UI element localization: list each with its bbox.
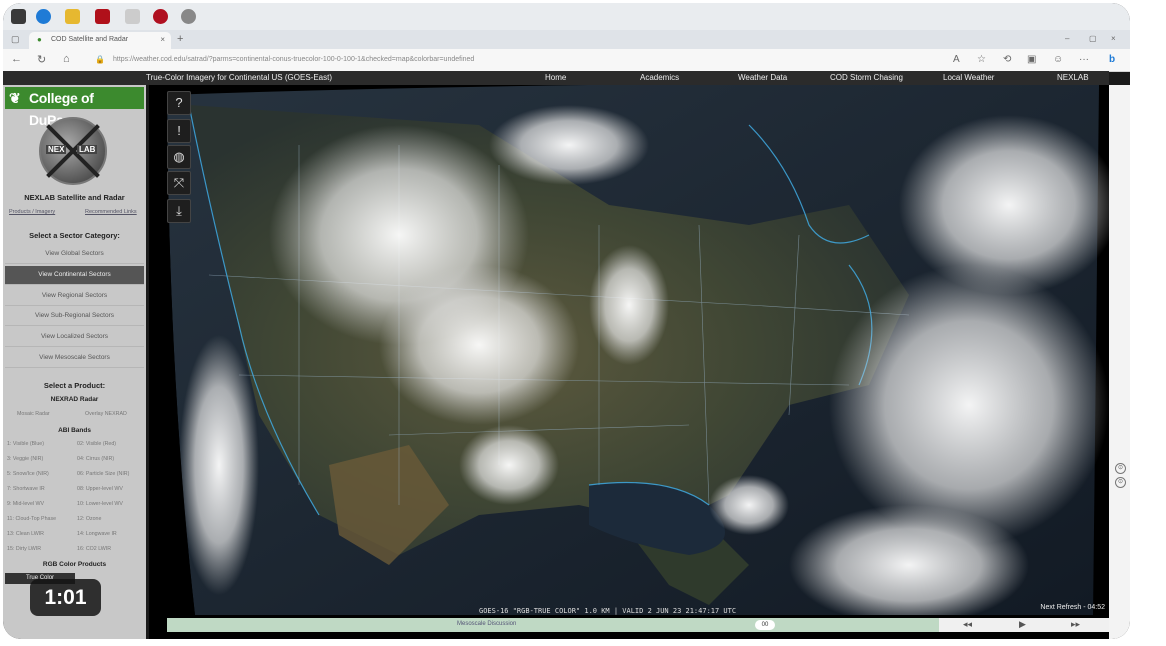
nexlab-logo: NEX LAB (39, 117, 107, 185)
abi-band[interactable]: 1: Visible (Blue) (7, 441, 44, 447)
start-icon[interactable] (11, 9, 26, 24)
page-heading: True-Color Imagery for Continental US (G… (146, 73, 332, 82)
app2-icon[interactable] (125, 9, 140, 24)
url-field[interactable]: https://weather.cod.edu/satrad/?parms=co… (113, 53, 943, 67)
fast-forward-icon[interactable]: ▸▸ (1071, 619, 1080, 630)
tab-actions-icon[interactable]: ▢ (11, 34, 20, 45)
sector-regional[interactable]: View Regional Sectors (5, 287, 144, 306)
bing-icon[interactable]: b (1109, 54, 1115, 65)
help-icon[interactable]: ? (167, 91, 191, 115)
profile-icon[interactable]: ☺ (1053, 54, 1063, 65)
edge-icon[interactable] (36, 9, 51, 24)
nav-storm-chasing[interactable]: COD Storm Chasing (830, 73, 903, 82)
abi-band[interactable]: 10: Lower-level WV (77, 501, 123, 507)
abi-band[interactable]: 9: Mid-level WV (7, 501, 44, 507)
address-bar: ← ↻ ⌂ 🔒 https://weather.cod.edu/satrad/?… (3, 49, 1130, 72)
nav-home[interactable]: Home (545, 73, 566, 82)
abi-band[interactable]: 02: Visible (Red) (77, 441, 116, 447)
timebar-label: Mesoscale Discussion (457, 621, 517, 627)
scroll-control2-icon[interactable]: ⊙ (1115, 477, 1126, 488)
rgb-heading: RGB Color Products (42, 561, 107, 568)
video-timestamp: 1:01 (30, 579, 101, 616)
image-caption: GOES-16 "RGB-TRUE COLOR" 1.0 KM | VALID … (479, 607, 737, 615)
download-icon[interactable]: ⤓ (167, 199, 191, 223)
sector-localized[interactable]: View Localized Sectors (5, 328, 144, 347)
wifi-icon[interactable] (181, 9, 196, 24)
abi-band[interactable]: 15: Dirty LWIR (7, 546, 41, 552)
product-heading: Select a Product: (43, 381, 106, 390)
nexrad-heading: NEXRAD Radar (50, 396, 99, 403)
abi-band[interactable]: 04: Cirrus (NIR) (77, 456, 114, 462)
app-icon[interactable] (95, 9, 110, 24)
home-icon[interactable]: ⌂ (63, 53, 70, 65)
sector-heading: Select a Sector Category: (29, 231, 120, 240)
nav-nexlab[interactable]: NEXLAB (1057, 73, 1089, 82)
read-aloud-icon[interactable]: A (953, 54, 960, 65)
link-recommended[interactable]: Recommended Links (85, 209, 137, 215)
collections-icon[interactable]: ▣ (1027, 54, 1036, 65)
globe-icon[interactable]: ◍ (167, 145, 191, 169)
leaf-icon: ❦ (9, 90, 21, 106)
animation-timebar[interactable]: Mesoscale Discussion 00 (167, 618, 939, 632)
nav-local-weather[interactable]: Local Weather (943, 73, 994, 82)
satellite-image[interactable] (149, 85, 1109, 639)
abi-band[interactable]: 13: Clean LWIR (7, 531, 44, 537)
sector-subregional[interactable]: View Sub-Regional Sectors (5, 307, 144, 326)
page-scrollbar[interactable]: ⊙ ⊙ (1109, 85, 1130, 639)
abi-band[interactable]: 11: Cloud-Top Phase (7, 516, 56, 522)
browser-tab[interactable]: ● COD Satellite and Radar × (29, 32, 171, 49)
abi-band[interactable]: 12: Ozone (77, 516, 101, 522)
favicon-icon: ● (37, 35, 42, 44)
minimize-icon[interactable]: – (1065, 34, 1069, 43)
favorites-icon[interactable]: ☆ (977, 54, 986, 65)
info-icon[interactable]: ! (167, 119, 191, 143)
badge-left: NEX (46, 145, 67, 154)
rewind-icon[interactable]: ◂◂ (963, 619, 972, 630)
close-window-icon[interactable]: × (1111, 34, 1116, 43)
site-navbar: True-Color Imagery for Continental US (G… (3, 71, 1109, 85)
new-tab-icon[interactable]: + (177, 33, 183, 45)
link-products[interactable]: Products / Imagery (9, 209, 55, 215)
scroll-control-icon[interactable]: ⊙ (1115, 463, 1126, 474)
badge-right: LAB (77, 145, 98, 154)
lock-icon: 🔒 (95, 55, 105, 64)
college-logo[interactable]: ❦ College of DuPage (5, 87, 144, 128)
playback-controls: ◂◂ ▶ ▸▸ (939, 618, 1109, 632)
abi-band[interactable]: 7: Shortwave IR (7, 486, 45, 492)
next-refresh: Next Refresh - 04:52 (1040, 604, 1105, 611)
os-taskbar (3, 3, 1130, 30)
sidebar-title: NEXLAB Satellite and Radar (24, 193, 125, 202)
nexrad-mosaic[interactable]: Mosaic Radar (17, 411, 50, 417)
back-icon[interactable]: ← (11, 53, 22, 65)
app3-icon[interactable] (153, 9, 168, 24)
sidebar: ❦ College of DuPage NEX LAB NEXLAB Satel… (3, 85, 146, 639)
folder-icon[interactable] (65, 9, 80, 24)
abi-band[interactable]: 16: CO2 LWIR (77, 546, 111, 552)
timebar-knob[interactable]: 00 (755, 620, 775, 630)
satellite-map[interactable]: ? ! ◍ ⤧ ⤓ GOES-16 "RGB-TRUE COLOR" 1.0 K… (149, 85, 1109, 639)
nexrad-overlay[interactable]: Overlay NEXRAD (85, 411, 127, 417)
abi-band[interactable]: 5: Snow/Ice (NIR) (7, 471, 49, 477)
refresh-icon[interactable]: ↻ (37, 53, 46, 66)
sector-mesoscale[interactable]: View Mesoscale Sectors (5, 349, 144, 368)
sector-global[interactable]: View Global Sectors (5, 245, 144, 264)
fullscreen-icon[interactable]: ⤧ (167, 171, 191, 195)
extensions-icon[interactable]: ⟲ (1003, 54, 1011, 65)
more-icon[interactable]: ··· (1079, 54, 1089, 65)
maximize-icon[interactable]: ▢ (1089, 34, 1097, 43)
abi-heading: ABI Bands (58, 427, 91, 434)
abi-band[interactable]: 14: Longwave IR (77, 531, 117, 537)
abi-band[interactable]: 08: Upper-level WV (77, 486, 123, 492)
nav-weather-data[interactable]: Weather Data (738, 73, 787, 82)
tab-title: COD Satellite and Radar (51, 36, 129, 43)
nav-academics[interactable]: Academics (640, 73, 679, 82)
play-icon[interactable]: ▶ (1019, 619, 1026, 630)
video-frame[interactable]: ▢ ● COD Satellite and Radar × + – ▢ × ← … (3, 3, 1130, 639)
browser-tabbar: ▢ ● COD Satellite and Radar × + – ▢ × (3, 30, 1130, 49)
sector-continental[interactable]: View Continental Sectors (5, 266, 144, 285)
abi-band[interactable]: 06: Particle Size (NIR) (77, 471, 129, 477)
close-tab-icon[interactable]: × (160, 35, 165, 44)
abi-band[interactable]: 3: Veggie (NIR) (7, 456, 43, 462)
